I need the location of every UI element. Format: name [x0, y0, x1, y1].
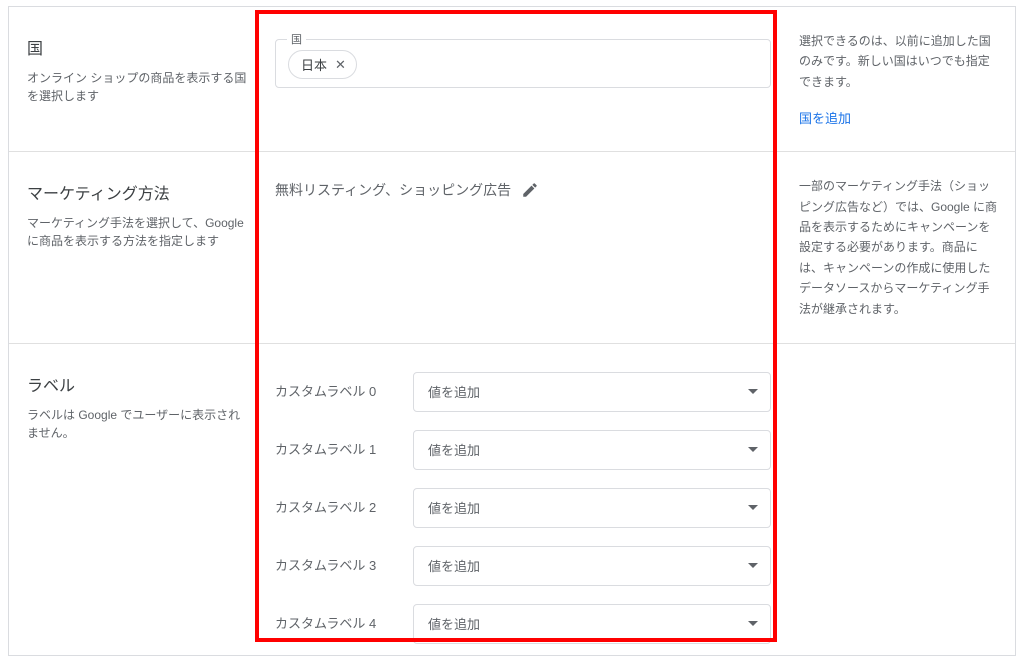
- country-help-text: 選択できるのは、以前に追加した国のみです。新しい国はいつでも指定できます。: [799, 31, 999, 92]
- custom-label-select-0[interactable]: 値を追加: [413, 372, 771, 412]
- label-row-3: カスタムラベル 3 値を追加: [275, 546, 771, 586]
- close-icon[interactable]: ✕: [335, 57, 346, 73]
- chevron-down-icon: [748, 621, 758, 626]
- custom-label-select-2[interactable]: 値を追加: [413, 488, 771, 528]
- select-placeholder: 値を追加: [428, 382, 480, 401]
- select-placeholder: 値を追加: [428, 556, 480, 575]
- label-row-0: カスタムラベル 0 値を追加: [275, 372, 771, 412]
- select-placeholder: 値を追加: [428, 498, 480, 517]
- section-labels: ラベル ラベルは Google でユーザーに表示されません。 カスタムラベル 0…: [9, 343, 1015, 656]
- country-subtitle: オンライン ショップの商品を表示する国を選択します: [27, 69, 251, 105]
- labels-title: ラベル: [27, 372, 251, 396]
- section-country: 国 オンライン ショップの商品を表示する国を選択します 国 日本 ✕ 選択できる…: [9, 7, 1015, 151]
- custom-label-name: カスタムラベル 3: [275, 557, 413, 575]
- pencil-icon[interactable]: [521, 181, 539, 199]
- select-placeholder: 値を追加: [428, 440, 480, 459]
- country-title: 国: [27, 35, 251, 59]
- marketing-subtitle: マーケティング手法を選択して、Google に商品を表示する方法を指定します: [27, 214, 251, 250]
- settings-panel: 国 オンライン ショップの商品を表示する国を選択します 国 日本 ✕ 選択できる…: [8, 6, 1016, 656]
- chevron-down-icon: [748, 505, 758, 510]
- label-row-2: カスタムラベル 2 値を追加: [275, 488, 771, 528]
- marketing-title: マーケティング方法: [27, 180, 251, 204]
- country-chip[interactable]: 日本 ✕: [288, 50, 357, 79]
- labels-subtitle: ラベルは Google でユーザーに表示されません。: [27, 406, 251, 442]
- marketing-help-text: 一部のマーケティング手法（ショッピング広告など）では、Google に商品を表示…: [799, 176, 999, 319]
- custom-label-name: カスタムラベル 0: [275, 383, 413, 401]
- custom-label-select-4[interactable]: 値を追加: [413, 604, 771, 644]
- section-marketing: マーケティング方法 マーケティング手法を選択して、Google に商品を表示する…: [9, 151, 1015, 343]
- custom-label-name: カスタムラベル 4: [275, 615, 413, 633]
- add-country-link[interactable]: 国を追加: [799, 108, 851, 127]
- label-row-4: カスタムラベル 4 値を追加: [275, 604, 771, 644]
- chevron-down-icon: [748, 563, 758, 568]
- country-field-legend: 国: [287, 31, 306, 47]
- marketing-value-row: 無料リスティング、ショッピング広告: [275, 180, 539, 200]
- label-row-1: カスタムラベル 1 値を追加: [275, 430, 771, 470]
- country-multiselect[interactable]: 日本 ✕: [275, 39, 771, 88]
- custom-label-select-3[interactable]: 値を追加: [413, 546, 771, 586]
- marketing-value: 無料リスティング、ショッピング広告: [275, 180, 511, 200]
- chevron-down-icon: [748, 389, 758, 394]
- custom-label-name: カスタムラベル 1: [275, 441, 413, 459]
- select-placeholder: 値を追加: [428, 614, 480, 633]
- chevron-down-icon: [748, 447, 758, 452]
- custom-label-select-1[interactable]: 値を追加: [413, 430, 771, 470]
- custom-label-name: カスタムラベル 2: [275, 499, 413, 517]
- country-chip-label: 日本: [301, 55, 327, 74]
